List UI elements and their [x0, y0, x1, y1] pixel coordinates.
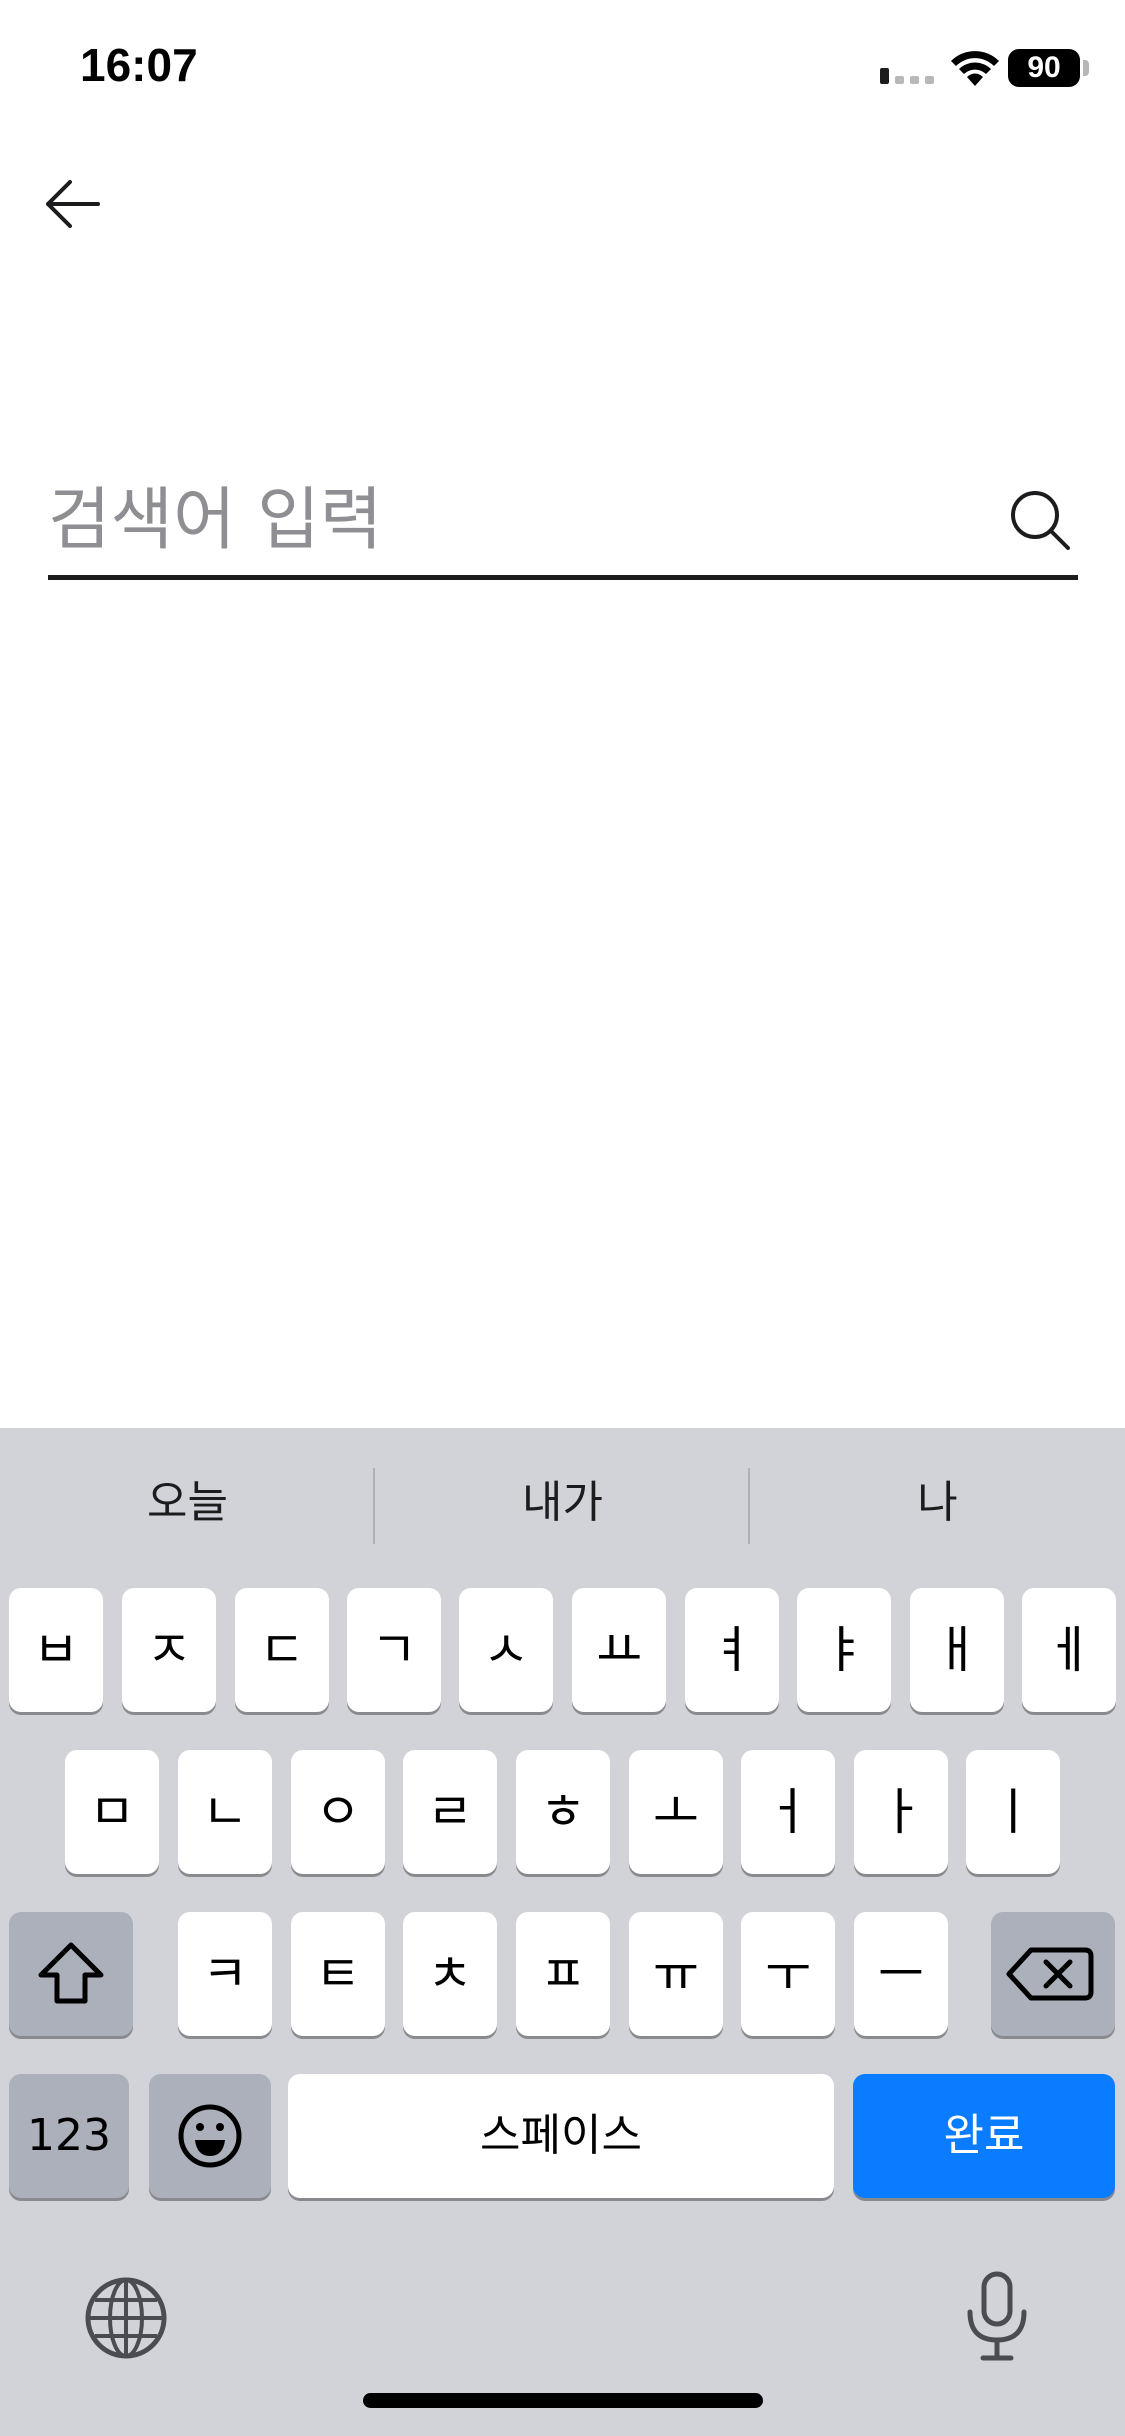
battery-level: 90	[1027, 51, 1061, 84]
suggestion-item[interactable]: 오늘	[0, 1466, 375, 1530]
search-input[interactable]	[48, 480, 988, 560]
numbers-key[interactable]: 123	[9, 2074, 129, 2198]
home-indicator	[363, 2393, 763, 2408]
search-field[interactable]	[48, 460, 1078, 580]
key[interactable]: ㅁ	[65, 1750, 159, 1874]
key[interactable]: ㄴ	[178, 1750, 272, 1874]
key[interactable]: ㅎ	[516, 1750, 610, 1874]
key[interactable]: ㅗ	[629, 1750, 723, 1874]
key[interactable]: ㅍ	[516, 1912, 610, 2036]
key[interactable]: ㅈ	[122, 1588, 216, 1712]
key[interactable]: ㅕ	[685, 1588, 779, 1712]
globe-icon[interactable]	[84, 2276, 168, 2360]
backspace-key[interactable]	[991, 1912, 1115, 2036]
arrow-left-icon	[46, 180, 100, 228]
keyboard: 오늘 내가 나 ㅂ ㅈ ㄷ ㄱ ㅅ ㅛ ㅕ ㅑ ㅐ ㅔ ㅁ ㄴ ㅇ ㄹ ㅎ ㅗ …	[0, 1428, 1125, 2436]
key[interactable]: ㅓ	[741, 1750, 835, 1874]
key[interactable]: ㅌ	[291, 1912, 385, 2036]
microphone-icon[interactable]	[961, 2270, 1033, 2364]
key[interactable]: ㅛ	[572, 1588, 666, 1712]
key[interactable]: ㄷ	[235, 1588, 329, 1712]
cellular-signal-icon	[880, 68, 934, 84]
battery-cap	[1083, 60, 1089, 76]
key[interactable]: ㄱ	[347, 1588, 441, 1712]
status-bar: 16:07 90	[0, 0, 1125, 140]
key[interactable]: ㅏ	[854, 1750, 948, 1874]
key[interactable]: ㅂ	[9, 1588, 103, 1712]
suggestion-bar: 오늘 내가 나	[0, 1428, 1125, 1578]
key[interactable]: ㅇ	[291, 1750, 385, 1874]
back-button[interactable]	[36, 168, 116, 238]
shift-icon	[38, 1942, 104, 2004]
key[interactable]: ㅡ	[854, 1912, 948, 2036]
done-key[interactable]: 완료	[853, 2074, 1115, 2198]
status-time: 16:07	[80, 39, 198, 91]
key[interactable]: ㄹ	[403, 1750, 497, 1874]
key[interactable]: ㅅ	[459, 1588, 553, 1712]
shift-key[interactable]	[9, 1912, 133, 2036]
suggestion-item[interactable]: 내가	[375, 1466, 750, 1530]
backspace-icon	[1006, 1947, 1094, 2001]
key[interactable]: ㅜ	[741, 1912, 835, 2036]
key[interactable]: ㅋ	[178, 1912, 272, 2036]
wifi-icon	[951, 51, 999, 86]
key[interactable]: ㅐ	[910, 1588, 1004, 1712]
key[interactable]: ㅣ	[966, 1750, 1060, 1874]
space-key[interactable]: 스페이스	[288, 2074, 834, 2198]
suggestion-item[interactable]: 나	[750, 1466, 1125, 1530]
emoji-key[interactable]	[149, 2074, 271, 2198]
key[interactable]: ㅊ	[403, 1912, 497, 2036]
search-icon[interactable]	[1008, 488, 1072, 552]
battery-icon: 90	[1008, 49, 1080, 87]
emoji-icon	[178, 2104, 242, 2168]
key[interactable]: ㅔ	[1022, 1588, 1116, 1712]
key[interactable]: ㅠ	[629, 1912, 723, 2036]
search-screen: 16:07 90 오늘	[0, 0, 1125, 2436]
key[interactable]: ㅑ	[797, 1588, 891, 1712]
